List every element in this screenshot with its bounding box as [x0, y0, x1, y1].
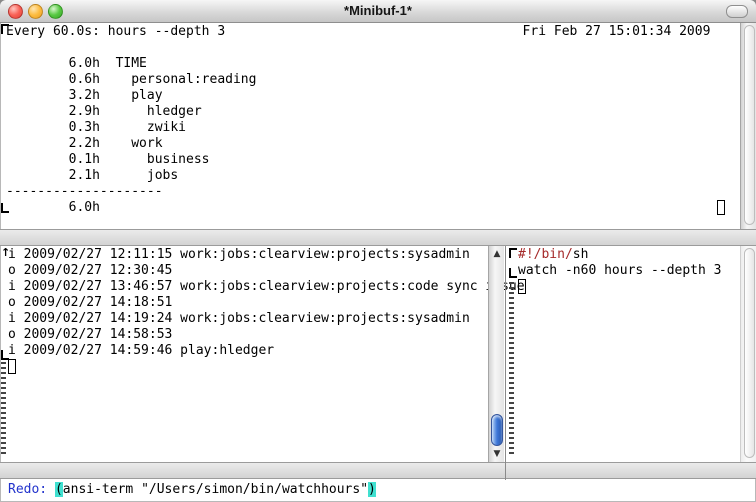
modeline-ansi-term[interactable]: -u:** *ansi-term* All (13,101) (Term: ch…: [0, 229, 756, 246]
timelog-scrollbar[interactable]: ▲ ▼: [488, 246, 504, 462]
timelog-cursor: [8, 359, 16, 374]
shebang-interpreter: sh: [573, 247, 589, 262]
script-line-command: watch -n60 hours --depth 3: [518, 263, 722, 279]
emacs-window: *Minibuf-1* Every 60.0s: hours --depth 3…: [0, 0, 756, 502]
scroll-up-arrow-icon[interactable]: ▲: [489, 249, 505, 259]
buffer-bottom-indicator-icon: [509, 268, 517, 278]
empty-lines-indicator: [509, 282, 514, 456]
term-scrollbar[interactable]: [740, 23, 756, 229]
term-output: Every 60.0s: hours --depth 3 Fri Feb 27 …: [6, 24, 710, 216]
toolbar-toggle-button[interactable]: [726, 5, 748, 18]
buffer-bottom-indicator-icon: [1, 203, 9, 213]
empty-lines-indicator: [1, 362, 6, 456]
minibuffer-command-text: ansi-term "/Users/simon/bin/watchhours": [63, 482, 368, 497]
window-divider[interactable]: [505, 246, 506, 480]
shebang-text: #!/bin/: [518, 247, 573, 262]
paren-match-close: ): [368, 482, 376, 497]
modeline-watchhours[interactable]: --:-- watchhours All (3,0)--------: [506, 462, 756, 479]
watchhours-scrollbar-thumb[interactable]: [744, 248, 755, 458]
terminal-cursor: [717, 200, 725, 215]
modeline-ansi-term-text: -u:** *ansi-term* All (13,101) (Term: ch…: [32, 245, 756, 246]
paren-match-open: (: [55, 482, 63, 497]
script-cursor: [518, 279, 526, 294]
timelog-scrollbar-thumb[interactable]: [491, 414, 503, 446]
scroll-down-arrow-icon[interactable]: ▼: [489, 449, 505, 459]
modeline-timelog[interactable]: --:-- current.timelog Bot (3726,0) darcs…: [0, 462, 505, 479]
modeline-timelog-text: --:-- current.timelog Bot (3726,0) darcs…: [32, 478, 505, 479]
script-line-shebang: #!/bin/sh: [518, 247, 588, 263]
term-scrollbar-thumb[interactable]: [744, 25, 755, 225]
minibuffer[interactable]: Redo: (ansi-term "/Users/simon/bin/watch…: [0, 480, 756, 502]
timelog-entries: i 2009/02/27 12:11:15 work:jobs:clearvie…: [8, 247, 525, 359]
watchhours-scrollbar[interactable]: [740, 246, 756, 462]
window-title: *Minibuf-1*: [0, 0, 756, 22]
titlebar[interactable]: *Minibuf-1*: [0, 0, 756, 23]
buffer-top-indicator-icon: [509, 248, 517, 258]
minibuffer-prompt: Redo:: [8, 482, 55, 497]
modeline-watchhours-text: --:-- watchhours All (3,0)--------: [538, 478, 756, 479]
